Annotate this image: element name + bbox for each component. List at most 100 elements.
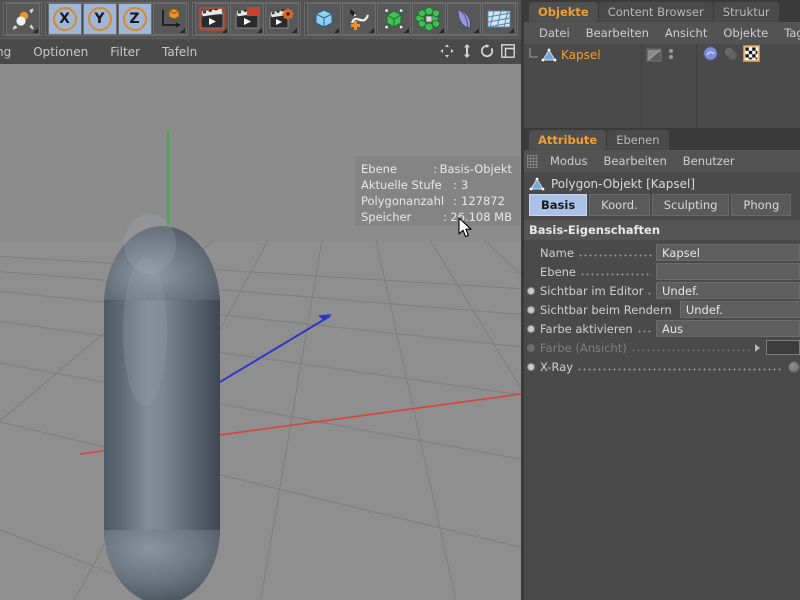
- faded-tag[interactable]: [723, 46, 738, 65]
- subtab-sculpting[interactable]: Sculpting: [651, 194, 730, 216]
- bullet-on-icon[interactable]: [527, 362, 535, 371]
- sichtbar-rendern-dropdown[interactable]: Undef.: [679, 301, 800, 318]
- panel-grip-icon[interactable]: [527, 154, 538, 168]
- om-menu-tags[interactable]: Tags: [776, 26, 800, 40]
- render-settings-icon[interactable]: [264, 3, 299, 35]
- rotate-icon[interactable]: [480, 43, 494, 62]
- y-axis-label: Y: [87, 7, 112, 31]
- hud-separator: :: [453, 178, 457, 192]
- expand-arrow-icon[interactable]: [755, 343, 760, 352]
- bullet-on-icon[interactable]: [527, 324, 535, 333]
- om-menu-bearbeiten[interactable]: Bearbeiten: [578, 26, 657, 40]
- leader-dots: [647, 286, 652, 296]
- menu-item-clipped[interactable]: ng: [0, 45, 22, 59]
- attribute-subtabs: Basis Koord. Sculpting Phong: [521, 194, 800, 216]
- bullet-on-icon[interactable]: [527, 286, 535, 295]
- move-object-icon[interactable]: [5, 3, 40, 35]
- hud-separator: :: [443, 210, 448, 224]
- property-label: Farbe (Ansicht): [540, 340, 627, 355]
- toolbar-group-axis: X Y Z: [45, 2, 189, 36]
- object-visibility-column: [642, 44, 697, 128]
- z-axis-line: [209, 315, 331, 389]
- dolly-icon[interactable]: [461, 43, 473, 62]
- hud-key: Ebene: [361, 162, 398, 176]
- attribute-body: Polygon-Objekt [Kapsel] Basis Koord. Scu…: [521, 172, 800, 600]
- xray-checkbox[interactable]: [788, 360, 800, 373]
- property-label: Name: [540, 245, 574, 260]
- om-menu-ansicht[interactable]: Ansicht: [657, 26, 715, 40]
- display-toggle-icon[interactable]: [646, 48, 662, 62]
- ebene-input[interactable]: [656, 263, 800, 280]
- hud-row: Speicher : 26.108 MB: [361, 209, 512, 225]
- x-axis-icon[interactable]: X: [47, 3, 82, 35]
- render-view-icon[interactable]: [194, 3, 229, 35]
- flyout-corner: [438, 28, 444, 33]
- property-row-farbe-aktivieren: Farbe aktivieren Aus: [521, 319, 800, 338]
- property-label: Ebene: [540, 264, 577, 279]
- 3d-viewport[interactable]: Ebene : Basis-Objekt Aktuelle Stufe : 3 …: [0, 64, 521, 600]
- mograph-icon[interactable]: [411, 3, 446, 35]
- om-menu-datei[interactable]: Datei: [531, 26, 578, 40]
- menu-item-optionen[interactable]: Optionen: [22, 45, 99, 59]
- main-toolbar: X Y Z: [0, 0, 521, 38]
- maximize-viewport-icon[interactable]: [501, 43, 515, 62]
- attribute-manager: Attribute Ebenen Modus Bearbeiten Benutz…: [521, 128, 800, 600]
- world-object-coordinates-icon[interactable]: [152, 3, 187, 35]
- scene-array-icon[interactable]: [481, 3, 516, 35]
- name-input[interactable]: Kapsel: [656, 244, 800, 261]
- om-menu-objekte[interactable]: Objekte: [715, 26, 776, 40]
- y-axis-icon[interactable]: Y: [82, 3, 117, 35]
- subtab-koord[interactable]: Koord.: [589, 194, 650, 216]
- mouse-cursor: [458, 217, 474, 243]
- tag-row: [697, 44, 800, 66]
- spline-pen-icon[interactable]: [341, 3, 376, 35]
- hud-row: Ebene : Basis-Objekt: [361, 161, 512, 177]
- property-label: X-Ray: [540, 359, 574, 374]
- material-tag[interactable]: [703, 46, 718, 65]
- color-swatch[interactable]: [766, 340, 800, 355]
- am-menu-modus[interactable]: Modus: [542, 154, 596, 168]
- menu-item-filter[interactable]: Filter: [99, 45, 151, 59]
- z-axis-label: Z: [122, 7, 147, 31]
- flyout-corner: [291, 28, 297, 33]
- sichtbar-editor-dropdown[interactable]: Undef.: [656, 282, 800, 299]
- property-label: Farbe aktivieren: [540, 321, 633, 336]
- menu-item-tafeln[interactable]: Tafeln: [151, 45, 208, 59]
- texture-checker-tag[interactable]: [743, 44, 760, 66]
- tab-objekte[interactable]: Objekte: [529, 2, 598, 22]
- flyout-corner: [179, 28, 185, 33]
- attribute-object-label: Polygon-Objekt [Kapsel]: [551, 177, 696, 191]
- toolbar-group-undo: [3, 2, 42, 36]
- hud-row: Polygonanzahl : 127872: [361, 193, 512, 209]
- visibility-dots-row: [642, 44, 696, 66]
- generator-nurbs-icon[interactable]: [376, 3, 411, 35]
- am-menu-benutzer[interactable]: Benutzer: [675, 154, 743, 168]
- farbe-aktivieren-dropdown[interactable]: Aus: [656, 320, 800, 337]
- deformer-bend-icon[interactable]: [446, 3, 481, 35]
- subtab-basis[interactable]: Basis: [529, 194, 588, 216]
- object-name-label: Kapsel: [561, 48, 601, 62]
- hud-key: Speicher: [361, 210, 412, 224]
- am-menu-bearbeiten[interactable]: Bearbeiten: [596, 154, 675, 168]
- capsule-object: [104, 214, 220, 600]
- bullet-none: [527, 268, 535, 276]
- bullet-on-icon[interactable]: [527, 305, 535, 314]
- leader-dots: [636, 324, 652, 334]
- property-label: Sichtbar beim Rendern: [540, 302, 672, 317]
- visibility-dots-icon[interactable]: [668, 46, 674, 65]
- tab-content-browser[interactable]: Content Browser: [598, 2, 713, 22]
- pan-icon[interactable]: [440, 43, 454, 62]
- tab-attribute[interactable]: Attribute: [529, 130, 607, 150]
- property-label: Sichtbar im Editor: [540, 283, 644, 298]
- tab-ebenen[interactable]: Ebenen: [607, 130, 669, 150]
- object-row-kapsel[interactable]: Kapsel: [521, 44, 641, 66]
- cinema4d-window: X Y Z g Optionen Filter Tafeln Ebene: B…: [0, 0, 800, 600]
- attribute-menubar: Modus Bearbeiten Benutzer: [521, 150, 800, 172]
- z-axis-icon[interactable]: Z: [117, 3, 152, 35]
- viewport-nav-icons: [440, 39, 515, 65]
- cube-primitive-icon[interactable]: [306, 3, 341, 35]
- subtab-phong[interactable]: Phong: [731, 194, 792, 216]
- tab-struktur[interactable]: Struktur: [713, 2, 779, 22]
- polygon-object-icon: [541, 48, 557, 62]
- render-region-icon[interactable]: [229, 3, 264, 35]
